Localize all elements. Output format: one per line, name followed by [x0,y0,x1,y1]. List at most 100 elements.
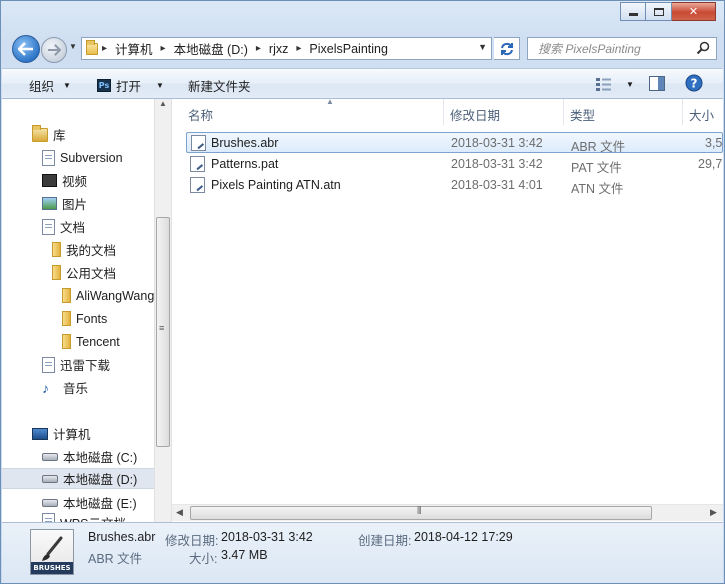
preview-pane-icon [649,76,665,91]
nav-item-pictures[interactable]: 图片 [2,193,154,214]
nav-item-library[interactable]: 库 [2,124,154,145]
scroll-grip-icon: ≡ [159,323,165,333]
column-modified[interactable]: 修改日期 [450,99,562,125]
new-folder-label: 新建文件夹 [188,80,251,94]
address-bar[interactable]: ▸ 计算机 ▸ 本地磁盘 (D:) ▸ rjxz ▸ PixelsPaintin… [81,37,492,60]
file-row-atn[interactable]: Pixels Painting ATN.atn 2018-03-31 4:01 … [186,175,723,196]
column-size[interactable]: 大小 [689,99,723,125]
refresh-button[interactable] [494,37,520,60]
search-box[interactable] [527,37,717,60]
nav-item-fonts[interactable]: Fonts [2,308,154,329]
breadcrumb-computer[interactable]: 计算机 [109,39,159,58]
scroll-left-icon[interactable]: ◀ [176,507,183,518]
column-modified-label: 修改日期 [450,109,501,123]
breadcrumb-separator-icon[interactable]: ▸ [159,43,168,54]
forward-button[interactable] [41,37,67,63]
details-created-label: 创建日期: [358,534,412,548]
nav-item-label: AliWangWang [76,288,154,303]
thumbnail-label: BRUSHES [31,562,73,574]
nav-item-xunlei-downloads[interactable]: 迅雷下载 [2,354,154,375]
computer-icon [32,427,48,440]
brush-icon [42,536,63,561]
minimize-icon [628,13,638,16]
column-name[interactable]: 名称 ▲ [188,99,444,125]
help-button[interactable]: ? [685,74,703,92]
nav-item-music[interactable]: ♪ 音乐 [2,377,154,398]
nav-item-label: Subversion [60,150,123,165]
search-input[interactable] [536,40,686,57]
sort-ascending-icon: ▲ [326,99,334,106]
scroll-right-icon[interactable]: ▶ [710,507,717,518]
breadcrumb-pixelspainting[interactable]: PixelsPainting [303,42,394,56]
back-button[interactable] [12,35,40,63]
folder-icon [52,242,61,257]
nav-item-drive-d[interactable]: 本地磁盘 (D:) [2,468,154,489]
details-file-name: Brushes.abr [88,530,156,544]
folder-icon [62,334,71,349]
details-size-value: 3.47 MB [221,548,268,562]
folder-icon [52,265,61,280]
nav-item-wps-cloud[interactable]: WPS云文档 [2,513,154,522]
nav-item-label: 图片 [62,198,88,212]
column-type[interactable]: 类型 [570,99,680,125]
content-area: 库 Subversion 视频 图片 文档 我的文档 公用文档 AliWangW… [2,99,723,522]
breadcrumb-separator-icon[interactable]: ▸ [254,43,263,54]
nav-item-label: 我的文档 [66,244,117,258]
file-type: ATN 文件 [571,182,624,196]
scroll-grip-icon: ⦀ [417,506,422,517]
nav-item-documents[interactable]: 文档 [2,216,154,237]
column-divider[interactable] [682,99,683,125]
scroll-up-icon[interactable]: ▲ [159,99,167,108]
nav-item-label: 库 [53,129,66,143]
atn-file-icon [190,177,205,193]
breadcrumb-separator-icon[interactable]: ▸ [294,43,303,54]
details-created-value: 2018-04-12 17:29 [414,530,513,544]
file-name: Brushes.abr [211,136,279,150]
breadcrumb-separator-icon[interactable]: ▸ [100,43,109,54]
nav-item-drive-c[interactable]: 本地磁盘 (C:) [2,446,154,467]
pat-file-icon [190,156,205,172]
file-row-patterns[interactable]: Patterns.pat 2018-03-31 3:42 PAT 文件 29,7 [186,154,723,175]
details-modified-label: 修改日期: [165,534,219,548]
nav-item-label: Fonts [76,311,108,326]
column-divider[interactable] [563,99,564,125]
nav-item-computer[interactable]: 计算机 [2,423,154,444]
address-dropdown-chevron-icon[interactable]: ▼ [478,42,487,52]
file-name: Pixels Painting ATN.atn [211,178,341,192]
abr-file-icon [191,135,206,151]
command-bar: 组织 ▼ Ps 打开 ▼ 新建文件夹 ▼ ? [2,68,723,99]
file-name: Patterns.pat [211,157,279,171]
nav-item-tencent[interactable]: Tencent [2,331,154,352]
open-button[interactable]: Ps 打开 ▼ [97,76,164,95]
nav-item-my-documents[interactable]: 我的文档 [2,239,154,260]
folder-icon [62,288,71,303]
maximize-button[interactable] [646,2,672,21]
preview-pane-button[interactable] [649,76,665,91]
refresh-icon [500,42,513,55]
view-grid-icon [596,78,611,91]
navigation-scrollbar[interactable]: ▲ ≡ [154,99,171,522]
file-row-brushes[interactable]: Brushes.abr 2018-03-31 3:42 ABR 文件 3,5 [186,132,723,154]
view-options-button[interactable]: ▼ [595,77,634,91]
file-modified: 2018-03-31 4:01 [451,178,543,192]
organize-button[interactable]: 组织 ▼ [29,76,71,95]
search-icon[interactable] [696,41,710,55]
breadcrumb-rjxz[interactable]: rjxz [263,42,294,56]
nav-item-videos[interactable]: 视频 [2,170,154,191]
horizontal-scrollbar[interactable]: ◀ ⦀ ▶ [172,504,723,521]
nav-item-aliwangwang[interactable]: AliWangWang [2,285,154,306]
recent-locations-chevron-icon[interactable]: ▼ [69,42,77,51]
column-type-label: 类型 [570,109,596,123]
new-folder-button[interactable]: 新建文件夹 [188,76,251,95]
drive-icon [42,498,58,507]
nav-item-public-documents[interactable]: 公用文档 [2,262,154,283]
nav-item-subversion[interactable]: Subversion [2,147,154,168]
nav-item-label: WPS云文档 [60,513,126,522]
breadcrumb-drive-d[interactable]: 本地磁盘 (D:) [168,39,254,58]
close-button[interactable]: ✕ [672,2,716,21]
nav-item-label: 本地磁盘 (C:) [63,451,138,465]
minimize-button[interactable] [620,2,646,21]
nav-item-drive-e[interactable]: 本地磁盘 (E:) [2,492,154,513]
column-divider[interactable] [443,99,444,125]
file-modified: 2018-03-31 3:42 [451,157,543,171]
